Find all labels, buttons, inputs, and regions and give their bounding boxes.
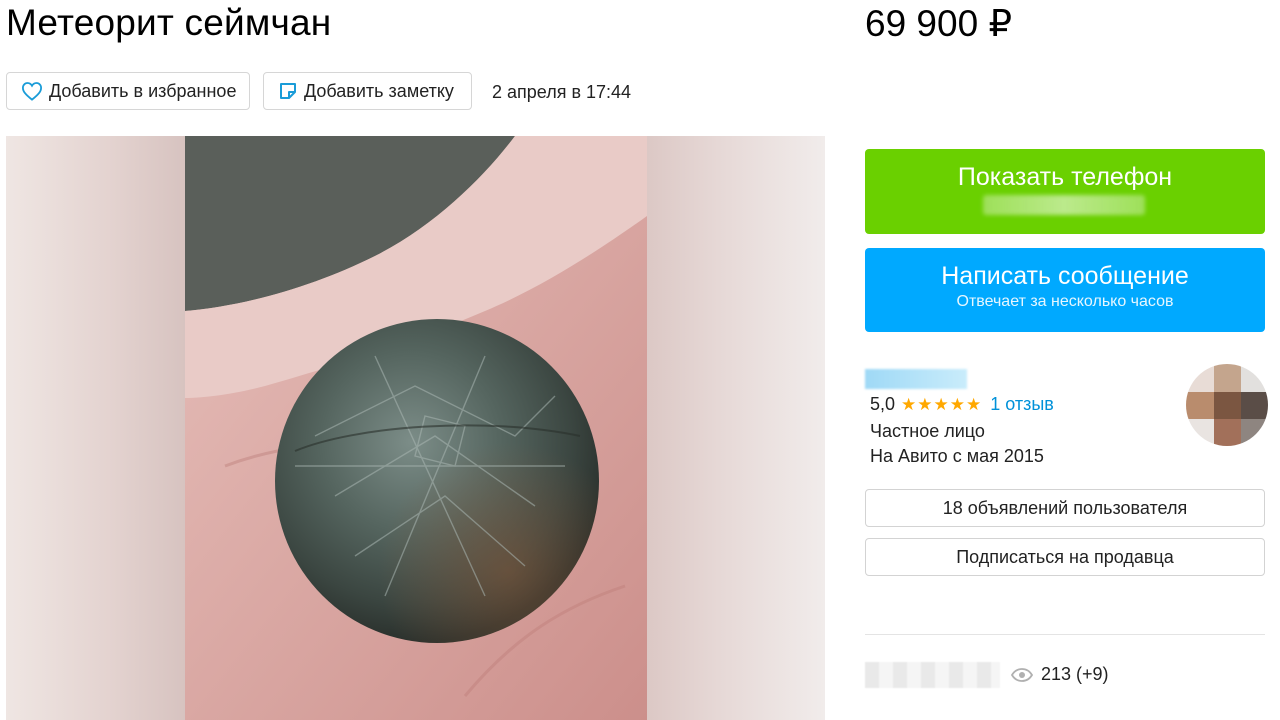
eye-icon (1011, 667, 1033, 682)
reviews-link[interactable]: 1 отзыв (990, 394, 1054, 415)
phone-number-blurred (983, 195, 1145, 215)
divider (865, 634, 1265, 635)
add-note-button[interactable]: Добавить заметку (263, 72, 472, 110)
seller-since: На Авито с мая 2015 (870, 446, 1044, 466)
rating-value: 5,0 (870, 394, 896, 414)
photo-blur-right (647, 136, 825, 720)
add-note-label: Добавить заметку (304, 80, 454, 101)
note-icon (280, 83, 296, 99)
star-rating-icon: ★★★★★ (901, 394, 983, 414)
views-counter: 213 (+9) (1011, 664, 1109, 685)
subscribe-seller-button[interactable]: Подписаться на продавца (865, 538, 1265, 576)
listing-date: 2 апреля в 17:44 (492, 82, 632, 102)
show-phone-button[interactable]: Показать телефон (865, 149, 1265, 234)
show-phone-label: Показать телефон (957, 163, 1173, 191)
seller-rating: 5,0 ★★★★★ 1 отзыв (870, 394, 1054, 415)
response-time: Отвечает за несколько часов (956, 293, 1174, 310)
meteorite-photo (185, 136, 647, 720)
seller-listings-button[interactable]: 18 объявлений пользователя (865, 489, 1265, 527)
add-to-favorites-button[interactable]: Добавить в избранное (6, 72, 250, 110)
seller-name-blurred[interactable] (865, 369, 967, 389)
seller-avatar[interactable] (1186, 364, 1268, 446)
views-count: 213 (+9) (1041, 664, 1109, 684)
photo-blur-left (6, 136, 185, 720)
listing-price: 69 900 ₽ (865, 3, 1012, 44)
listing-title: Метеорит сеймчан (6, 2, 332, 43)
send-message-button[interactable]: Написать сообщение Отвечает за несколько… (865, 248, 1265, 332)
add-to-favorites-label: Добавить в избранное (49, 80, 237, 101)
listing-id-blurred (865, 662, 1000, 688)
send-message-label: Написать сообщение (941, 262, 1189, 290)
seller-type: Частное лицо (870, 421, 985, 441)
listing-photo[interactable] (6, 136, 825, 720)
meteorite-image (185, 136, 647, 720)
heart-icon (21, 82, 43, 101)
